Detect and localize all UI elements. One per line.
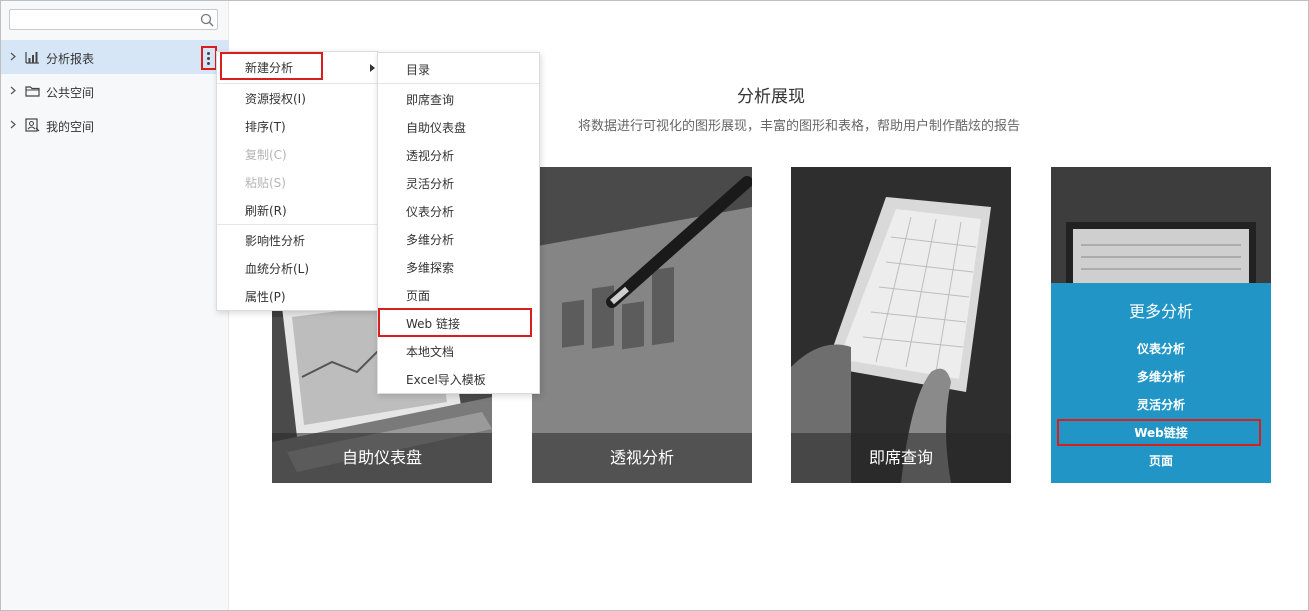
sidebar-item-label: 分析报表 <box>46 52 95 66</box>
sidebar-item-my-space[interactable]: 我的空间 <box>1 108 229 142</box>
card-ad-hoc-query[interactable]: 即席查询 <box>791 167 1011 483</box>
submenu-item-pivot-analysis[interactable]: 透视分析 <box>378 142 539 170</box>
menu-item-copy: 复制(C) <box>245 148 287 162</box>
menu-item-impact-analysis[interactable]: 影响性分析 <box>217 227 377 255</box>
card-more-analysis: 更多分析 仪表分析 多维分析 灵活分析 Web链接 页面 <box>1051 167 1271 483</box>
submenu-item-directory[interactable]: 目录 <box>378 56 539 84</box>
submenu-item-local-document[interactable]: 本地文档 <box>378 338 539 366</box>
menu-item-properties[interactable]: 属性(P) <box>217 283 377 311</box>
search-input[interactable] <box>10 10 195 29</box>
menu-divider <box>217 83 377 84</box>
submenu-item-ad-hoc-query[interactable]: 即席查询 <box>378 86 539 114</box>
sidebar-item-label: 公共空间 <box>46 86 95 100</box>
more-options-button[interactable] <box>201 46 217 70</box>
sidebar-item-public-space[interactable]: 公共空间 <box>1 74 229 108</box>
search-icon[interactable] <box>200 13 214 27</box>
page-title: 分析展现 <box>737 87 805 107</box>
sidebar-item-label: 我的空间 <box>46 120 95 134</box>
card-caption: 即席查询 <box>791 433 1011 483</box>
submenu-item-multidimensional-analysis[interactable]: 多维分析 <box>378 226 539 254</box>
kebab-dot-icon <box>207 52 210 55</box>
submenu-item-multidimensional-exploration[interactable]: 多维探索 <box>378 254 539 282</box>
menu-item-lineage-analysis[interactable]: 血统分析(L) <box>217 255 377 283</box>
submenu-item-self-service-dashboard[interactable]: 自助仪表盘 <box>378 114 539 142</box>
link-dashboard-analysis[interactable]: 仪表分析 <box>1051 340 1271 357</box>
chart-icon <box>25 52 39 64</box>
submenu-item-page[interactable]: 页面 <box>378 282 539 310</box>
link-multidimensional-analysis[interactable]: 多维分析 <box>1051 368 1271 385</box>
search-box <box>9 9 218 30</box>
highlight-box <box>1057 419 1261 446</box>
kebab-dot-icon <box>207 62 210 65</box>
chevron-right-icon[interactable] <box>9 52 17 61</box>
sidebar: 分析报表 公共空间 我的空间 <box>1 1 229 610</box>
more-analysis-title: 更多分析 <box>1128 302 1193 321</box>
card-caption: 透视分析 <box>532 433 752 483</box>
link-page[interactable]: 页面 <box>1051 452 1271 469</box>
submenu-item-excel-import-template[interactable]: Excel导入模板 <box>378 366 539 394</box>
menu-divider <box>217 224 377 225</box>
menu-item-new-analysis[interactable]: 新建分析 <box>217 54 377 82</box>
card-caption: 自助仪表盘 <box>272 433 492 483</box>
new-analysis-submenu: 目录 即席查询 自助仪表盘 透视分析 灵活分析 仪表分析 多维分析 多维探索 页… <box>377 52 540 394</box>
kebab-dot-icon <box>207 57 210 60</box>
menu-item-sort[interactable]: 排序(T) <box>217 113 377 141</box>
submenu-item-web-link[interactable]: Web 链接 <box>378 310 539 338</box>
sidebar-item-analysis-reports[interactable]: 分析报表 <box>1 40 229 74</box>
chevron-right-icon[interactable] <box>9 120 17 129</box>
user-space-icon <box>25 118 40 132</box>
menu-divider <box>378 83 539 84</box>
chevron-right-icon[interactable] <box>9 86 17 95</box>
folder-icon <box>25 86 40 97</box>
submenu-item-flexible-analysis[interactable]: 灵活分析 <box>378 170 539 198</box>
menu-item-resource-authorization[interactable]: 资源授权(I) <box>217 85 377 113</box>
card-pivot-analysis[interactable]: 透视分析 <box>532 167 752 483</box>
menu-item-paste: 粘贴(S) <box>245 176 286 190</box>
menu-item-refresh[interactable]: 刷新(R) <box>217 197 377 225</box>
link-flexible-analysis[interactable]: 灵活分析 <box>1051 396 1271 413</box>
submenu-item-dashboard-analysis[interactable]: 仪表分析 <box>378 198 539 226</box>
context-menu: 新建分析 资源授权(I) 排序(T) 复制(C) 粘贴(S) 刷新(R) 影响性… <box>216 51 378 311</box>
menu-item-label: 新建分析 <box>245 61 294 75</box>
submenu-arrow-icon <box>370 64 375 72</box>
